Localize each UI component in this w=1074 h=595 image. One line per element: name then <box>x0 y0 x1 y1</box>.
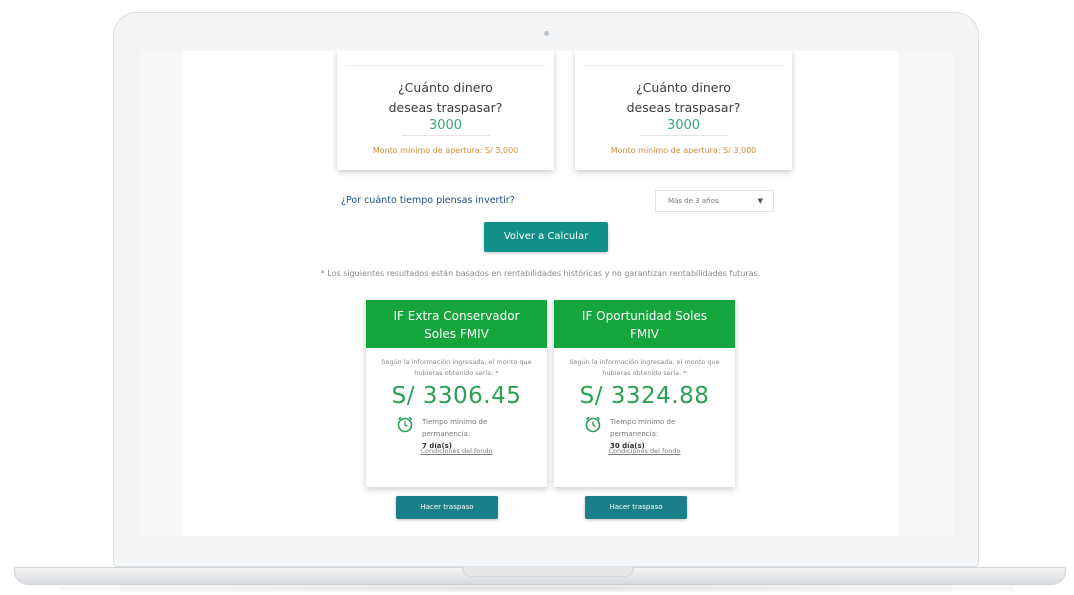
fund-result-value: S/ 3306.45 <box>391 383 522 409</box>
amount-question: ¿Cuánto dinero deseas traspasar? <box>626 80 741 115</box>
fund-title: IF Extra Conservador Soles FMIV <box>366 300 547 348</box>
amount-input[interactable]: 3000 <box>639 118 728 136</box>
page-content: ¿Cuánto dinero deseas traspasar? 3000 Mo… <box>183 51 898 536</box>
clock-icon <box>397 416 413 433</box>
chevron-down-icon: ▼ <box>757 197 763 205</box>
amount-card-1: ¿Cuánto dinero deseas traspasar? 3000 Mo… <box>337 51 554 170</box>
transfer-button-2[interactable]: Hacer traspaso <box>585 496 687 519</box>
fund-description: Según la información ingresada, el monto… <box>569 358 720 377</box>
period-selected-value: Más de 3 años <box>668 197 719 205</box>
laptop-notch <box>462 567 634 577</box>
fund-title: IF Oportunidad Soles FMIV <box>554 300 735 348</box>
fund-card-2: IF Oportunidad Soles FMIV Según la infor… <box>554 300 735 487</box>
divider <box>583 65 784 66</box>
fund-tenure: Tiempo mínimo de permanencia: 30 día(s) <box>554 415 735 450</box>
divider <box>345 65 546 66</box>
amount-input[interactable]: 3000 <box>401 118 490 136</box>
disclaimer: * Los siguientes resultados están basado… <box>320 269 761 278</box>
transfer-button-1[interactable]: Hacer traspaso <box>396 496 498 519</box>
fund-result-value: S/ 3324.88 <box>579 383 710 409</box>
tenure-label: Tiempo mínimo de permanencia: <box>422 418 488 438</box>
fund-tenure: Tiempo mínimo de permanencia: 7 día(s) <box>366 415 547 450</box>
period-select[interactable]: Más de 3 años ▼ <box>655 190 774 212</box>
tenure-text: Tiempo mínimo de permanencia: 30 día(s) <box>610 416 680 452</box>
clock-icon <box>585 416 601 433</box>
amount-card-2: ¿Cuánto dinero deseas traspasar? 3000 Mo… <box>575 51 792 170</box>
tenure-text: Tiempo mínimo de permanencia: 7 día(s) <box>422 416 492 452</box>
tenure-value: 30 día(s) <box>610 442 645 450</box>
tenure-value: 7 día(s) <box>422 442 453 450</box>
camera-dot <box>544 31 549 36</box>
period-question: ¿Por cuánto tiempo piensas invertir? <box>341 195 515 206</box>
fund-card-1: IF Extra Conservador Soles FMIV Según la… <box>366 300 547 487</box>
amount-question: ¿Cuánto dinero deseas traspasar? <box>388 80 503 115</box>
fund-description: Según la información ingresada, el monto… <box>381 358 532 377</box>
min-amount-note: Monto mínimo de apertura: S/ 3,000 <box>610 146 757 155</box>
screen: ¿Cuánto dinero deseas traspasar? 3000 Mo… <box>141 51 954 536</box>
tenure-label: Tiempo mínimo de permanencia: <box>610 418 676 438</box>
recalculate-button[interactable]: Volver a Calcular <box>484 222 608 252</box>
laptop-shadow <box>60 584 1014 592</box>
min-amount-note: Monto mínimo de apertura: S/ 3,000 <box>372 146 519 155</box>
